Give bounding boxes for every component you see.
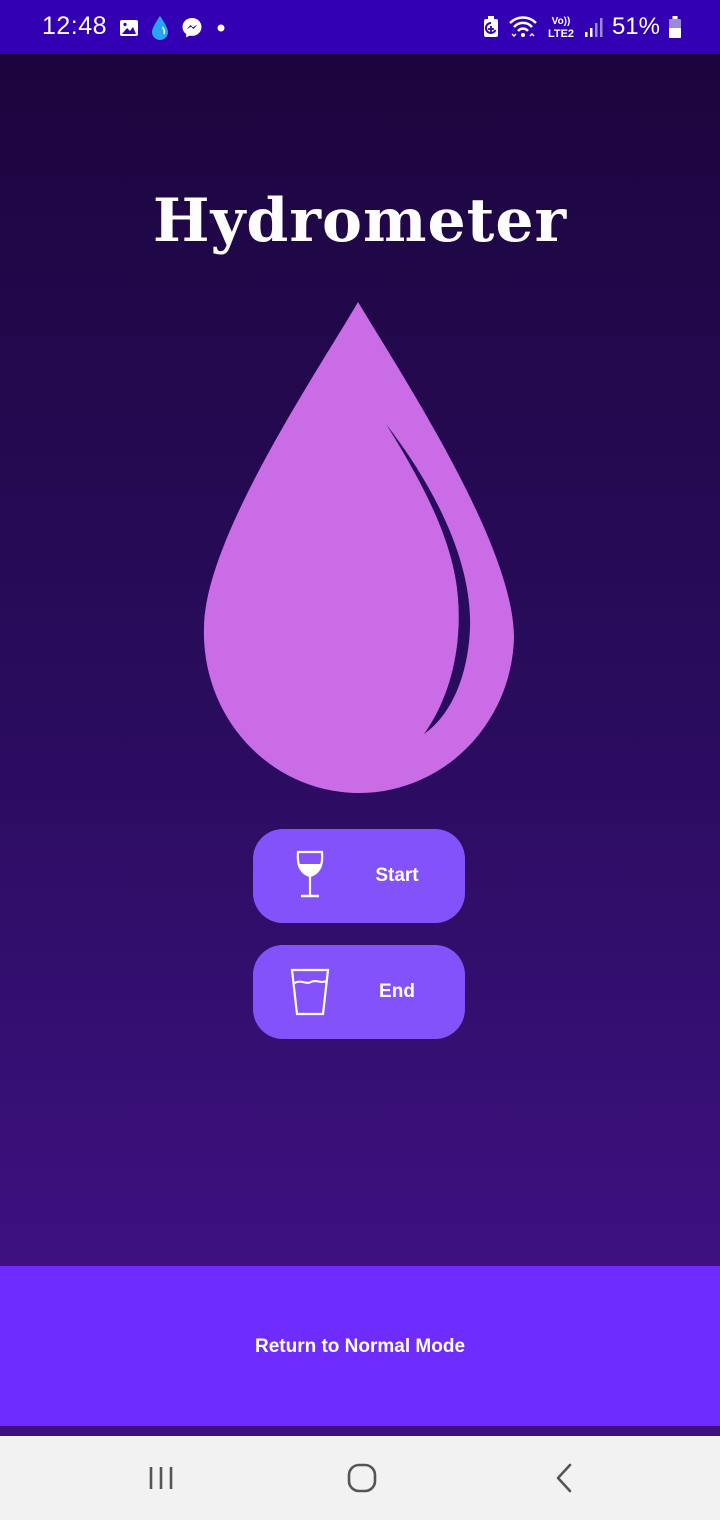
volte-lte2-icon: Vo)) LTE2 — [548, 16, 574, 40]
bottom-spacer — [0, 1426, 720, 1436]
status-bar: 12:48 Vo)) LTE2 51% — [0, 0, 720, 54]
wifi-icon — [509, 16, 537, 37]
gallery-icon — [120, 20, 138, 36]
end-button[interactable]: End — [253, 945, 465, 1039]
battery-percent: 51% — [611, 13, 660, 40]
notification-icons — [118, 14, 228, 42]
recents-icon[interactable] — [137, 1454, 185, 1502]
start-button[interactable]: Start — [253, 829, 465, 923]
battery-saver-icon — [483, 16, 498, 37]
messenger-icon — [182, 18, 202, 38]
battery-icon — [669, 16, 681, 38]
start-button-label: Start — [375, 865, 419, 886]
return-to-normal-mode-label: Return to Normal Mode — [254, 1336, 466, 1357]
system-icons: Vo)) LTE2 51% — [482, 12, 682, 42]
status-time: 12:48 — [42, 12, 108, 40]
home-icon[interactable] — [338, 1454, 386, 1502]
wine-glass-icon — [296, 850, 324, 898]
end-button-label: End — [379, 981, 415, 1002]
network-label-top: Vo)) — [552, 16, 571, 27]
water-drop-icon — [152, 16, 168, 40]
water-drop-illustration — [203, 302, 514, 794]
app-title: Hydrometer — [152, 186, 568, 256]
system-nav-bar — [0, 1436, 720, 1520]
water-glass-icon — [290, 968, 330, 1016]
dot-icon — [217, 24, 225, 32]
return-to-normal-mode-button[interactable]: Return to Normal Mode — [0, 1266, 720, 1426]
network-label-bottom: LTE2 — [548, 28, 574, 40]
signal-icon — [584, 18, 603, 37]
back-icon[interactable] — [540, 1454, 588, 1502]
